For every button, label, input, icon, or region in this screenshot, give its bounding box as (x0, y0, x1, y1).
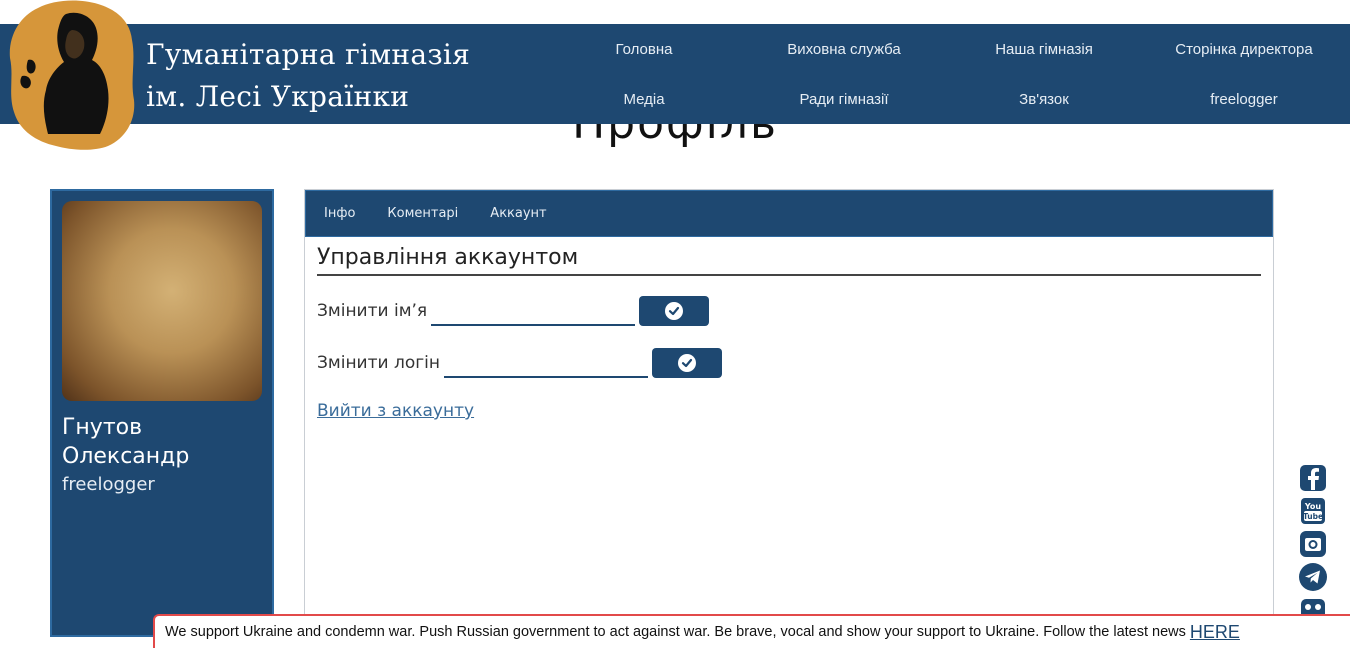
instagram-icon[interactable] (1298, 529, 1328, 559)
nav-item-councils[interactable]: Ради гімназії (744, 74, 944, 124)
change-name-input[interactable] (431, 296, 636, 326)
nav-item-director-page[interactable]: Сторінка директора (1144, 24, 1344, 74)
check-circle-icon (665, 302, 684, 320)
confirm-login-button[interactable] (652, 348, 723, 378)
nav-item-home[interactable]: Головна (544, 24, 744, 74)
profile-tabs: Інфо Коментарі Аккаунт (305, 190, 1273, 237)
nav-item-media[interactable]: Медіа (544, 74, 744, 124)
banner-link[interactable]: HERE (1190, 622, 1240, 643)
youtube-icon[interactable]: You Tube (1298, 496, 1328, 526)
banner-text: We support Ukraine and condemn war. Push… (165, 624, 1186, 640)
user-login: freelogger (62, 474, 155, 495)
nav-item-our-gymnasium[interactable]: Наша гімназія (944, 24, 1144, 74)
tab-account[interactable]: Аккаунт (478, 206, 558, 221)
user-full-name: Гнутов Олександр (62, 415, 190, 469)
school-logo[interactable] (8, 0, 136, 152)
main-nav: Головна Виховна служба Наша гімназія Сто… (544, 24, 1344, 124)
confirm-name-button[interactable] (639, 296, 710, 326)
check-circle-icon (678, 354, 697, 372)
change-login-label: Змінити логін (317, 353, 441, 373)
nav-item-education-service[interactable]: Виховна служба (744, 24, 944, 74)
tab-info[interactable]: Інфо (312, 206, 367, 221)
logout-link[interactable]: Вийти з аккаунту (317, 401, 474, 421)
facebook-icon[interactable] (1298, 463, 1328, 493)
avatar (62, 201, 262, 401)
school-name-line2: ім. Лесі Українки (146, 80, 410, 113)
social-links: You Tube (1298, 463, 1328, 628)
svg-text:Tube: Tube (1303, 512, 1323, 521)
school-name[interactable]: Гуманітарна гімназія ім. Лесі Українки (146, 34, 470, 118)
account-panel: Інфо Коментарі Аккаунт Управління аккаун… (304, 189, 1274, 629)
svg-text:You: You (1304, 502, 1322, 511)
change-login-row: Змінити логін (317, 348, 723, 378)
telegram-icon[interactable] (1298, 562, 1328, 592)
support-ukraine-banner: We support Ukraine and condemn war. Push… (153, 614, 1350, 648)
section-title: Управління аккаунтом (317, 245, 1261, 276)
change-login-input[interactable] (444, 348, 649, 378)
page-title: Профіль (0, 124, 1350, 149)
tab-comments[interactable]: Коментарі (375, 206, 470, 221)
page-title-container: Профіль (0, 124, 1350, 164)
nav-item-contact[interactable]: Зв'язок (944, 74, 1144, 124)
school-name-line1: Гуманітарна гімназія (146, 38, 471, 71)
change-name-label: Змінити ім’я (317, 301, 428, 321)
profile-card: Гнутов Олександр freelogger (50, 189, 274, 637)
nav-item-user-account[interactable]: freelogger (1144, 74, 1344, 124)
change-name-row: Змінити ім’я (317, 296, 710, 326)
